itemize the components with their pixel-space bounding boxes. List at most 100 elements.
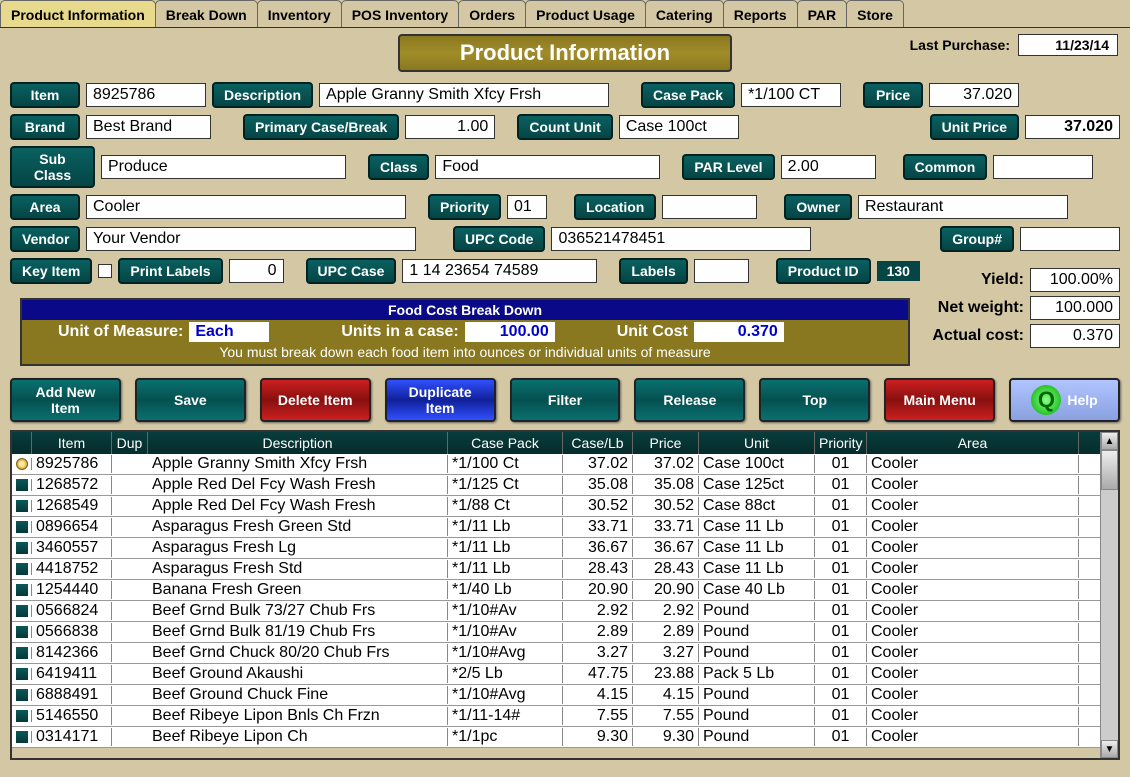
location-button[interactable]: Location (574, 194, 656, 220)
group-field[interactable] (1020, 227, 1120, 251)
class-field[interactable]: Food (435, 155, 660, 179)
price-button[interactable]: Price (863, 82, 923, 108)
actual-cost-value[interactable]: 0.370 (1030, 324, 1120, 348)
item-field[interactable]: 8925786 (86, 83, 206, 107)
common-field[interactable] (993, 155, 1093, 179)
col-case-lb[interactable]: Case/Lb (563, 432, 633, 454)
duplicate-item-button[interactable]: Duplicate Item (385, 378, 496, 422)
unit-price-button[interactable]: Unit Price (930, 114, 1019, 140)
sub-class-field[interactable]: Produce (101, 155, 346, 179)
top-button[interactable]: Top (759, 378, 870, 422)
net-weight-value[interactable]: 100.000 (1030, 296, 1120, 320)
count-unit-field[interactable]: Case 100ct (619, 115, 739, 139)
key-item-checkbox[interactable] (98, 264, 112, 278)
table-row[interactable]: 4418752Asparagus Fresh Std*1/11 Lb28.432… (12, 559, 1100, 580)
table-row[interactable]: 0566838Beef Grnd Bulk 81/19 Chub Frs*1/1… (12, 622, 1100, 643)
item-button[interactable]: Item (10, 82, 80, 108)
product-id-button[interactable]: Product ID (776, 258, 871, 284)
brand-field[interactable]: Best Brand (86, 115, 211, 139)
col-case-pack[interactable]: Case Pack (448, 432, 563, 454)
filter-button[interactable]: Filter (510, 378, 621, 422)
col-description[interactable]: Description (148, 432, 448, 454)
par-level-button[interactable]: PAR Level (682, 154, 774, 180)
brand-button[interactable]: Brand (10, 114, 80, 140)
table-row[interactable]: 3460557Asparagus Fresh Lg*1/11 Lb36.6736… (12, 538, 1100, 559)
print-labels-button[interactable]: Print Labels (118, 258, 222, 284)
grid-scrollbar[interactable]: ▲ ▼ (1100, 432, 1118, 758)
scroll-up-icon[interactable]: ▲ (1101, 432, 1118, 450)
sub-class-button[interactable]: Sub Class (10, 146, 95, 188)
group-button[interactable]: Group# (940, 226, 1014, 252)
table-row[interactable]: 5146550Beef Ribeye Lipon Bnls Ch Frzn*1/… (12, 706, 1100, 727)
priority-field[interactable]: 01 (507, 195, 547, 219)
scroll-down-icon[interactable]: ▼ (1101, 740, 1118, 758)
units-value[interactable]: 100.00 (465, 322, 555, 342)
cell-description: Apple Red Del Fcy Wash Fresh (148, 476, 448, 494)
location-field[interactable] (662, 195, 757, 219)
table-row[interactable]: 0566824Beef Grnd Bulk 73/27 Chub Frs*1/1… (12, 601, 1100, 622)
upc-code-button[interactable]: UPC Code (453, 226, 545, 252)
tab-product-usage[interactable]: Product Usage (525, 0, 646, 27)
release-button[interactable]: Release (634, 378, 745, 422)
table-row[interactable]: 6888491Beef Ground Chuck Fine*1/10#Avg4.… (12, 685, 1100, 706)
scroll-thumb[interactable] (1101, 450, 1118, 490)
owner-field[interactable]: Restaurant (858, 195, 1068, 219)
case-pack-field[interactable]: *1/100 CT (741, 83, 841, 107)
common-button[interactable]: Common (903, 154, 988, 180)
tab-inventory[interactable]: Inventory (257, 0, 342, 27)
uom-value[interactable]: Each (189, 322, 269, 342)
price-field[interactable]: 37.020 (929, 83, 1019, 107)
upc-code-field[interactable]: 036521478451 (551, 227, 811, 251)
area-field[interactable]: Cooler (86, 195, 406, 219)
area-button[interactable]: Area (10, 194, 80, 220)
tab-product-information[interactable]: Product Information (0, 0, 156, 27)
save-button[interactable]: Save (135, 378, 246, 422)
description-field[interactable]: Apple Granny Smith Xfcy Frsh (319, 83, 609, 107)
main-menu-button[interactable]: Main Menu (884, 378, 995, 422)
col-priority[interactable]: Priority (815, 432, 867, 454)
col-item[interactable]: Item (32, 432, 112, 454)
tab-pos-inventory[interactable]: POS Inventory (341, 0, 459, 27)
case-pack-button[interactable]: Case Pack (641, 82, 735, 108)
vendor-field[interactable]: Your Vendor (86, 227, 416, 251)
tab-catering[interactable]: Catering (645, 0, 724, 27)
tab-break-down[interactable]: Break Down (155, 0, 258, 27)
table-row[interactable]: 1268549Apple Red Del Fcy Wash Fresh*1/88… (12, 496, 1100, 517)
col-marker[interactable] (12, 432, 32, 454)
primary-case-break-button[interactable]: Primary Case/Break (243, 114, 399, 140)
primary-case-break-field[interactable]: 1.00 (405, 115, 495, 139)
vendor-button[interactable]: Vendor (10, 226, 80, 252)
table-row[interactable]: 1254440Banana Fresh Green*1/40 Lb20.9020… (12, 580, 1100, 601)
tab-par[interactable]: PAR (797, 0, 848, 27)
tab-store[interactable]: Store (846, 0, 904, 27)
col-dup[interactable]: Dup (112, 432, 148, 454)
yield-value[interactable]: 100.00% (1030, 268, 1120, 292)
labels-field[interactable] (694, 259, 749, 283)
priority-button[interactable]: Priority (428, 194, 501, 220)
tab-orders[interactable]: Orders (458, 0, 526, 27)
col-unit[interactable]: Unit (699, 432, 815, 454)
owner-button[interactable]: Owner (784, 194, 852, 220)
upc-case-field[interactable]: 1 14 23654 74589 (402, 259, 597, 283)
help-button[interactable]: Q Help (1009, 378, 1120, 422)
count-unit-button[interactable]: Count Unit (517, 114, 613, 140)
table-row[interactable]: 6419411Beef Ground Akaushi*2/5 Lb47.7523… (12, 664, 1100, 685)
class-button[interactable]: Class (368, 154, 429, 180)
table-row[interactable]: 8142366Beef Grnd Chuck 80/20 Chub Frs*1/… (12, 643, 1100, 664)
par-level-field[interactable]: 2.00 (781, 155, 876, 179)
print-labels-field[interactable]: 0 (229, 259, 284, 283)
table-row[interactable]: 0314171Beef Ribeye Lipon Ch*1/1pc9.309.3… (12, 727, 1100, 748)
delete-item-button[interactable]: Delete Item (260, 378, 371, 422)
key-item-button[interactable]: Key Item (10, 258, 92, 284)
add-new-item-button[interactable]: Add New Item (10, 378, 121, 422)
table-row[interactable]: 1268572Apple Red Del Fcy Wash Fresh*1/12… (12, 475, 1100, 496)
description-button[interactable]: Description (212, 82, 313, 108)
labels-button[interactable]: Labels (619, 258, 687, 284)
table-row[interactable]: 0896654Asparagus Fresh Green Std*1/11 Lb… (12, 517, 1100, 538)
upc-case-button[interactable]: UPC Case (306, 258, 397, 284)
tab-reports[interactable]: Reports (723, 0, 798, 27)
col-area[interactable]: Area (867, 432, 1079, 454)
table-row[interactable]: 8925786Apple Granny Smith Xfcy Frsh*1/10… (12, 454, 1100, 475)
col-price[interactable]: Price (633, 432, 699, 454)
unit-cost-value[interactable]: 0.370 (694, 322, 784, 342)
